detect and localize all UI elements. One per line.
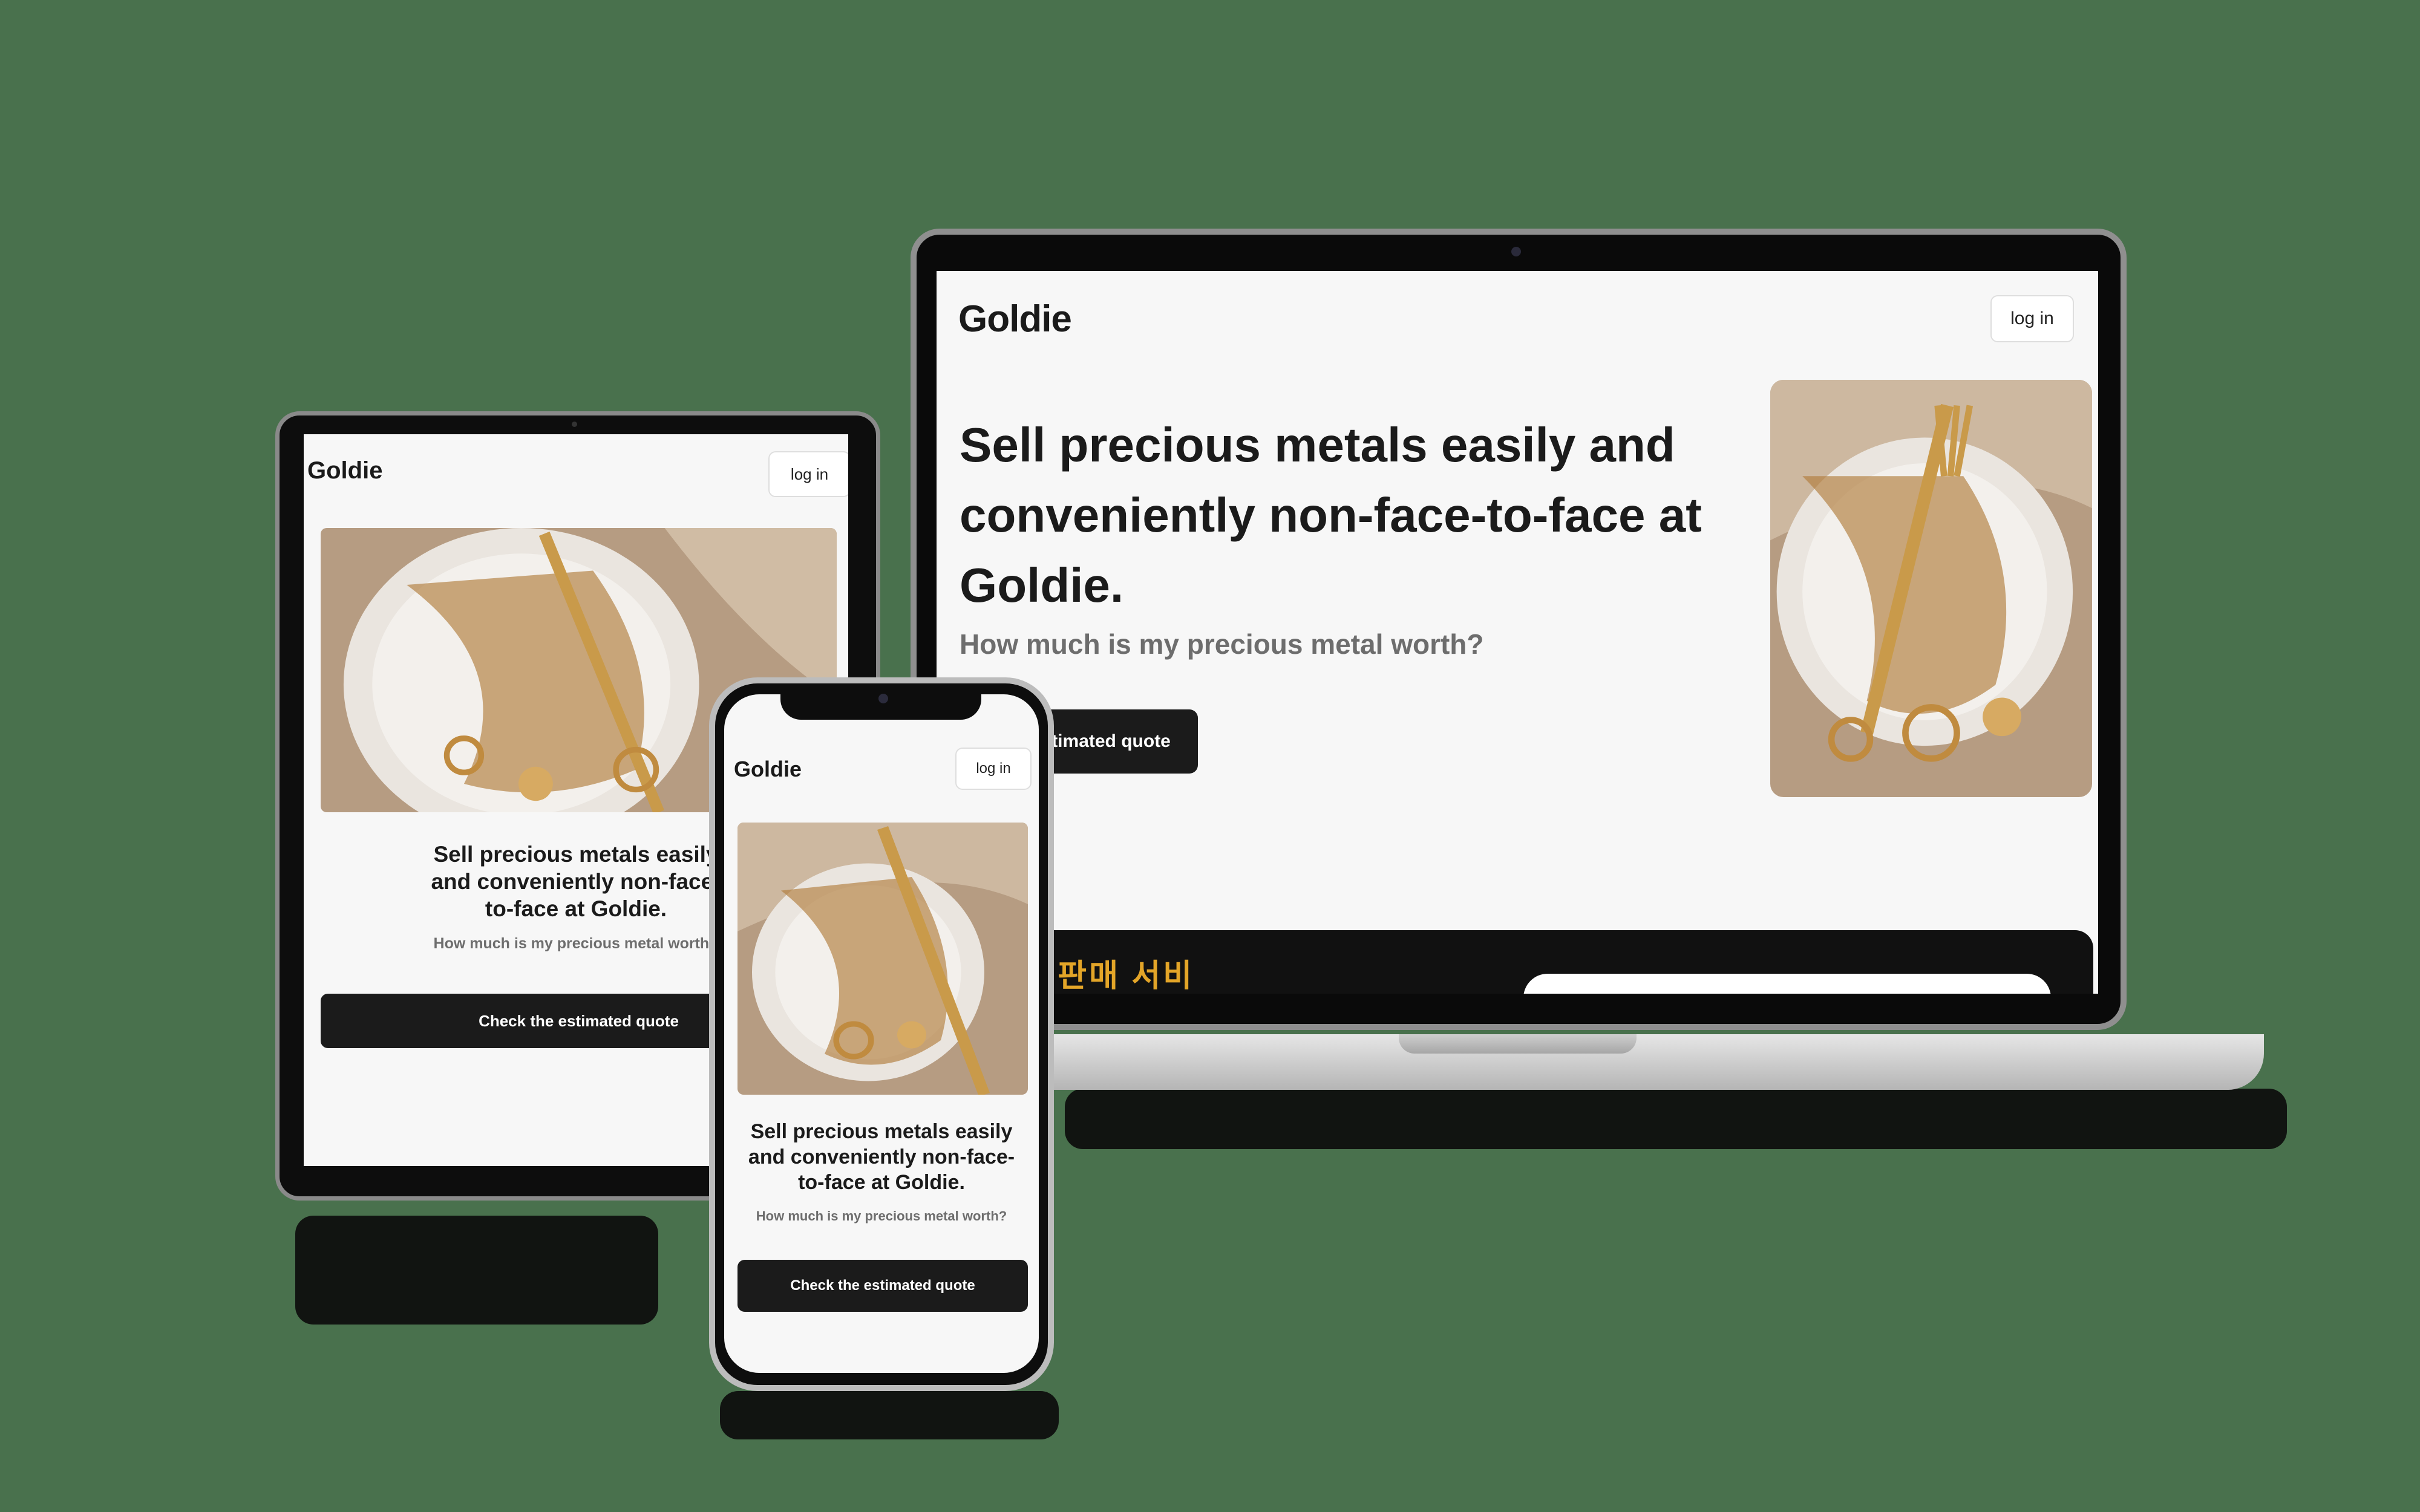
device-shadow [720,1391,1059,1439]
device-shadow [295,1216,658,1325]
hero-subtitle: How much is my precious metal worth? [756,1208,1007,1224]
login-button[interactable]: log in [955,748,1032,790]
hero-title: Sell precious metals easily and convenie… [748,1120,1015,1194]
phone-screen: Goldie log in Sell precious metals easil… [724,694,1039,1373]
banner-input-card [1523,974,2051,994]
device-shadow [1065,1089,2287,1149]
hero-title: Sell precious metals easily and convenie… [960,418,1702,612]
camera-icon [878,694,888,703]
logo[interactable]: Goldie [307,457,382,484]
hero-subtitle: How much is my precious metal worth? [960,628,1484,660]
jewelry-plate-photo-icon [1770,380,2092,797]
laptop-trackpad-notch [1399,1034,1637,1054]
login-button[interactable]: log in [768,451,848,497]
laptop-screen: Goldie log in Sell precious metals easil… [937,271,2098,994]
logo[interactable]: Goldie [958,298,1072,341]
jewelry-plate-photo-icon [737,823,1028,1095]
estimate-quote-button[interactable]: Check the estimated quote [737,1260,1028,1312]
camera-icon [572,422,577,427]
login-button[interactable]: log in [1990,295,2074,342]
camera-icon [1511,247,1521,256]
logo[interactable]: Goldie [734,757,802,782]
